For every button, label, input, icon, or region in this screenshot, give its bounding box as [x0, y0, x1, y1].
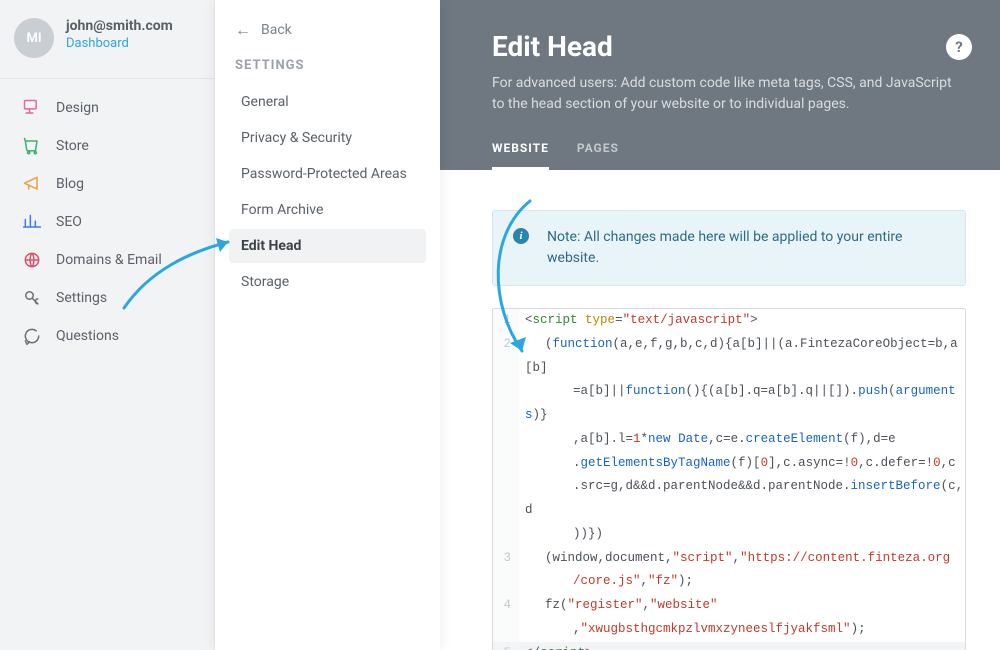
- code-line[interactable]: 1<script type="text/javascript">: [493, 309, 965, 333]
- tab-website[interactable]: WEBSITE: [492, 141, 549, 170]
- sidebar-item-label: Store: [56, 138, 89, 154]
- page-description: For advanced users: Add custom code like…: [492, 73, 960, 115]
- tabs: WEBSITE PAGES: [492, 141, 960, 170]
- sidebar-item-label: Design: [56, 100, 99, 116]
- sidebar-item-domains[interactable]: Domains & Email: [0, 241, 214, 279]
- avatar: MI: [14, 18, 54, 58]
- user-block: MI john@smith.com Dashboard: [0, 18, 214, 72]
- settings-item-general[interactable]: General: [229, 85, 426, 119]
- sidebar-item-questions[interactable]: Questions: [0, 317, 214, 355]
- note-text: All changes made here will be applied to…: [547, 229, 902, 266]
- code-content[interactable]: (function(a,e,f,g,b,c,d){a[b]||(a.Fintez…: [519, 333, 965, 547]
- code-editor[interactable]: 1<script type="text/javascript">2(functi…: [492, 308, 966, 650]
- user-email: john@smith.com: [66, 18, 173, 34]
- back-button[interactable]: ← Back: [225, 14, 430, 54]
- back-label: Back: [261, 22, 292, 38]
- page-title: Edit Head: [492, 30, 960, 63]
- code-line[interactable]: 4fz("register","website","xwugbsthgcmkpz…: [493, 594, 965, 642]
- sidebar-item-settings[interactable]: Settings: [0, 279, 214, 317]
- sidebar-item-label: Domains & Email: [56, 252, 162, 268]
- settings-item-edit-head[interactable]: Edit Head: [229, 229, 426, 263]
- code-content[interactable]: (window,document,"script","https://conte…: [519, 547, 965, 595]
- sidebar-item-label: Settings: [56, 290, 107, 306]
- help-button[interactable]: ?: [946, 34, 972, 60]
- sidebar-item-blog[interactable]: Blog: [0, 165, 214, 203]
- line-number: 4: [493, 594, 519, 642]
- sidebar-item-seo[interactable]: SEO: [0, 203, 214, 241]
- design-icon: [22, 98, 42, 118]
- settings-sidebar: ← Back SETTINGS GeneralPrivacy & Securit…: [215, 0, 440, 650]
- settings-item-privacy-security[interactable]: Privacy & Security: [229, 121, 426, 155]
- line-number: 3: [493, 547, 519, 595]
- sidebar-item-store[interactable]: Store: [0, 127, 214, 165]
- note-prefix: Note:: [547, 229, 580, 245]
- settings-heading: SETTINGS: [225, 54, 430, 83]
- settings-item-form-archive[interactable]: Form Archive: [229, 193, 426, 227]
- settings-item-storage[interactable]: Storage: [229, 265, 426, 299]
- sidebar-item-label: Blog: [56, 176, 84, 192]
- divider: [0, 78, 214, 79]
- tab-pages[interactable]: PAGES: [577, 141, 619, 170]
- sidebar-item-label: Questions: [56, 328, 119, 344]
- sidebar-item-label: SEO: [56, 214, 82, 230]
- questions-icon: [22, 326, 42, 346]
- code-line[interactable]: 2(function(a,e,f,g,b,c,d){a[b]||(a.Finte…: [493, 333, 965, 547]
- code-line[interactable]: 5</script>: [493, 642, 965, 650]
- code-line[interactable]: 3(window,document,"script","https://cont…: [493, 547, 965, 595]
- settings-icon: [22, 288, 42, 308]
- seo-icon: [22, 212, 42, 232]
- primary-sidebar: MI john@smith.com Dashboard Design Store B…: [0, 0, 215, 650]
- domains-icon: [22, 250, 42, 270]
- settings-item-password-protected-areas[interactable]: Password-Protected Areas: [229, 157, 426, 191]
- line-number: 2: [493, 333, 519, 547]
- main-header: ? Edit Head For advanced users: Add cust…: [440, 0, 1000, 170]
- code-content[interactable]: <script type="text/javascript">: [519, 309, 965, 333]
- arrow-left-icon: ←: [235, 20, 251, 40]
- store-icon: [22, 136, 42, 156]
- info-icon: i: [513, 228, 529, 244]
- sidebar-item-design[interactable]: Design: [0, 89, 214, 127]
- blog-icon: [22, 174, 42, 194]
- code-content[interactable]: fz("register","website","xwugbsthgcmkpzl…: [519, 594, 965, 642]
- dashboard-link[interactable]: Dashboard: [66, 36, 173, 51]
- line-number: 5: [493, 642, 519, 650]
- code-content[interactable]: </script>: [519, 642, 965, 650]
- info-note: i Note: All changes made here will be ap…: [492, 210, 966, 286]
- main-panel: ? Edit Head For advanced users: Add cust…: [440, 0, 1000, 650]
- line-number: 1: [493, 309, 519, 333]
